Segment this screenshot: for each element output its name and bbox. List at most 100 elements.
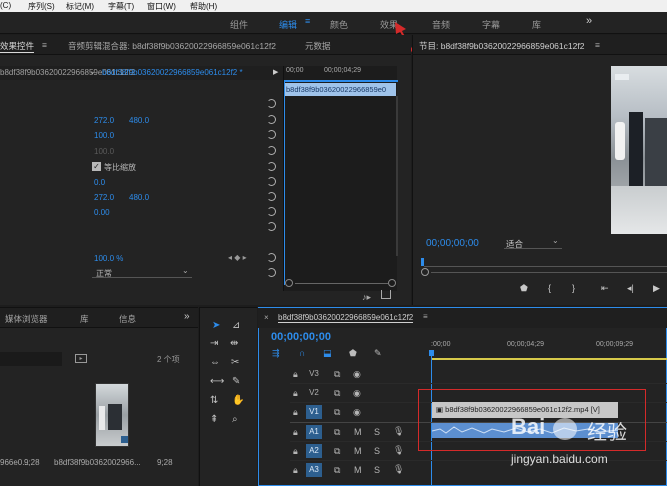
fit-select[interactable]: 适合 ⌄ — [504, 236, 562, 249]
mark-in-icon[interactable]: { — [548, 283, 551, 293]
menu-edit[interactable]: (C) — [0, 1, 11, 10]
opacity-value[interactable]: 100.0 % — [94, 254, 123, 263]
menu-sequence[interactable]: 序列(S) — [28, 1, 55, 12]
tab-libraries[interactable]: 库 — [80, 313, 89, 325]
slip-tool-icon[interactable]: ⟷ — [210, 376, 224, 387]
menu-marker[interactable]: 标记(M) — [66, 1, 94, 12]
solo-button[interactable]: S — [374, 427, 380, 437]
zoom-handle-right[interactable] — [388, 279, 396, 287]
tab-effect-controls[interactable]: 效果控件 — [0, 40, 35, 53]
playhead-handle[interactable] — [429, 350, 434, 356]
timeline-timecode[interactable]: 00;00;00;00 — [271, 331, 331, 343]
position-y-value[interactable]: 480.0 — [129, 116, 149, 125]
track-label[interactable]: V3 — [306, 367, 322, 381]
project-more-icon[interactable]: » — [184, 311, 190, 322]
track-label-targeted[interactable]: A3 — [306, 463, 322, 477]
lock-icon[interactable]: 🔒︎ — [293, 465, 298, 475]
workspace-more-icon[interactable]: » — [586, 15, 592, 27]
eye-icon[interactable]: ◉ — [353, 388, 361, 398]
reset-icon[interactable] — [267, 177, 276, 186]
workspace-tab-libraries[interactable]: 库 — [532, 18, 541, 31]
workspace-menu-icon[interactable]: ≡ — [305, 16, 310, 26]
workspace-tab-editing[interactable]: 编辑 — [279, 18, 297, 31]
nest-icon[interactable]: ⇶ — [272, 348, 280, 359]
reset-icon[interactable] — [267, 115, 276, 124]
audio-output-icon[interactable]: ♪▸ — [362, 292, 371, 303]
reset-icon[interactable] — [267, 192, 276, 201]
sync-lock-icon[interactable]: ⧉ — [334, 427, 340, 437]
eye-icon[interactable]: ◉ — [353, 407, 361, 417]
menu-help[interactable]: 帮助(H) — [190, 1, 217, 12]
workspace-tab-assembly[interactable]: 组件 — [230, 18, 248, 31]
lock-icon[interactable]: 🔒︎ — [293, 388, 298, 398]
linked-selection-icon[interactable]: ⬓ — [323, 348, 332, 359]
solo-button[interactable]: S — [374, 446, 380, 456]
slide-tool-icon[interactable]: ⇅ — [210, 395, 218, 406]
reset-icon[interactable] — [267, 253, 276, 262]
zoom-scrollbar[interactable] — [295, 283, 388, 284]
mute-button[interactable]: M — [354, 446, 362, 456]
export-frame-icon[interactable] — [381, 290, 391, 299]
rolling-edit-tool-icon[interactable]: ⇹ — [230, 338, 238, 349]
sync-lock-icon[interactable]: ⧉ — [334, 446, 340, 456]
track-label-targeted[interactable]: A2 — [306, 444, 322, 458]
menu-title[interactable]: 字幕(T) — [108, 1, 134, 12]
rate-stretch-tool-icon[interactable]: ⇔ — [210, 357, 220, 368]
track-label-targeted[interactable]: A1 — [306, 425, 322, 439]
mini-clip-bar[interactable]: b8df38f9b03620022966859e0 — [284, 83, 396, 96]
reset-icon[interactable] — [267, 222, 276, 231]
program-menu-icon[interactable]: ≡ — [595, 40, 600, 50]
lock-icon[interactable]: 🔒︎ — [293, 427, 298, 437]
anchor-x-value[interactable]: 272.0 — [94, 193, 114, 202]
menu-window[interactable]: 窗口(W) — [147, 1, 176, 12]
project-item-name[interactable]: b8df38f9b0362002966... — [54, 458, 141, 467]
lock-icon[interactable]: 🔒︎ — [293, 369, 298, 379]
mute-button[interactable]: M — [354, 465, 362, 475]
microphone-icon[interactable]: 🎙︎ — [393, 426, 404, 436]
play-clip-icon[interactable]: ▶ — [273, 68, 278, 76]
clip-dropdown-chevron-icon[interactable]: ⌄ — [89, 67, 96, 76]
program-zoom-bar[interactable] — [431, 272, 667, 273]
track-label[interactable]: V2 — [306, 386, 322, 400]
sync-lock-icon[interactable]: ⧉ — [334, 369, 340, 379]
tab-audio-clip-mixer[interactable]: 音频剪辑混合器: b8df38f9b03620022966859e061c12f… — [68, 40, 276, 52]
microphone-icon[interactable]: 🎙︎ — [393, 445, 404, 455]
mute-button[interactable]: M — [354, 427, 362, 437]
microphone-icon[interactable]: 🎙︎ — [393, 464, 404, 474]
zoom-handle-left[interactable] — [285, 279, 293, 287]
project-search-input[interactable] — [0, 352, 62, 366]
workspace-tab-audio[interactable]: 音频 — [432, 18, 450, 31]
rotation-value[interactable]: 0.0 — [94, 178, 105, 187]
track-select-tool-icon[interactable]: ⊿ — [232, 320, 240, 331]
program-timecode[interactable]: 00;00;00;00 — [426, 238, 479, 249]
selection-tool-icon[interactable]: ➤ — [212, 320, 220, 331]
anchor-y-value[interactable]: 480.0 — [129, 193, 149, 202]
timeline-menu-icon[interactable]: ≡ — [423, 312, 428, 321]
position-x-value[interactable]: 272.0 — [94, 116, 114, 125]
work-area-bar[interactable] — [431, 358, 667, 360]
snap-icon[interactable]: ∩ — [299, 348, 305, 358]
track-label-targeted[interactable]: V1 — [306, 405, 322, 419]
add-marker-icon[interactable]: ⬟ — [349, 348, 357, 359]
reset-icon[interactable] — [267, 207, 276, 216]
blend-mode-select[interactable]: 正常 ⌄ — [92, 266, 192, 278]
program-zoom-handle[interactable] — [421, 268, 429, 276]
sync-lock-icon[interactable]: ⧉ — [334, 388, 340, 398]
uniform-scale-checkbox[interactable]: ✓ — [92, 162, 101, 171]
workspace-tab-color[interactable]: 颜色 — [330, 18, 348, 31]
program-playhead[interactable] — [421, 258, 424, 266]
razor-tool-icon[interactable]: ✂ — [231, 357, 239, 368]
sync-lock-icon[interactable]: ⧉ — [334, 407, 340, 417]
program-monitor-title[interactable]: 节目: b8df38f9b03620022966859e061c12f2 — [419, 40, 584, 52]
reset-icon[interactable] — [267, 162, 276, 171]
lock-icon[interactable]: 🔒︎ — [293, 407, 298, 417]
scale-value[interactable]: 100.0 — [94, 131, 114, 140]
reset-icon[interactable] — [267, 99, 276, 108]
close-sequence-icon[interactable]: × — [264, 313, 269, 322]
effect-controls-menu-icon[interactable]: ≡ — [42, 40, 47, 50]
keyframe-nav-icon[interactable]: ◂ ◆ ▸ — [228, 253, 247, 262]
workspace-tab-captions[interactable]: 字幕 — [482, 18, 500, 31]
sequence-tab[interactable]: b8df38f9b03620022966859e061c12f2 — [278, 313, 414, 323]
mark-out-icon[interactable]: } — [572, 283, 575, 293]
mini-playhead[interactable] — [284, 80, 285, 285]
